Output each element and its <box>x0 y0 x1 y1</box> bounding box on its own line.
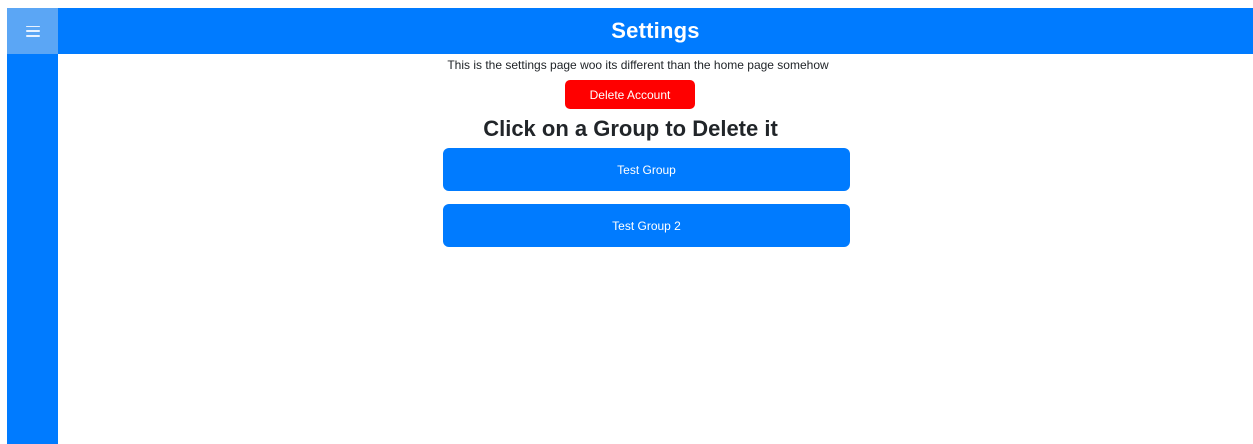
hamburger-menu-icon <box>25 25 40 37</box>
group-button-test-group[interactable]: Test Group <box>443 148 850 191</box>
group-list: Test Group Test Group 2 <box>443 148 850 260</box>
page-title: Settings <box>611 18 700 43</box>
menu-toggle-button[interactable] <box>7 8 58 54</box>
header-bar: Settings <box>58 8 1253 54</box>
groups-heading: Click on a Group to Delete it <box>483 116 778 141</box>
app-frame: Settings This is the settings page woo i… <box>0 0 1253 444</box>
settings-content: This is the settings page woo its differ… <box>58 54 1253 444</box>
delete-account-button[interactable]: Delete Account <box>565 80 695 109</box>
intro-text: This is the settings page woo its differ… <box>447 58 829 72</box>
group-button-test-group-2[interactable]: Test Group 2 <box>443 204 850 247</box>
sidebar <box>7 8 58 444</box>
